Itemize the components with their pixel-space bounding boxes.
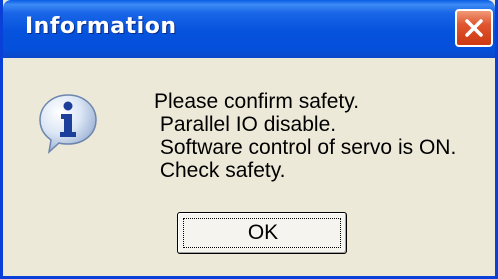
message-text: Please confirm safety. Parallel IO disab…	[154, 90, 456, 182]
title-bar[interactable]: Information	[3, 0, 495, 58]
close-icon	[465, 19, 483, 37]
message-line: Please confirm safety.	[154, 90, 360, 113]
information-dialog: Information Please confirm safety. Paral…	[0, 0, 498, 279]
message-line: Check safety.	[154, 159, 286, 182]
ok-button-label: OK	[247, 221, 279, 244]
dialog-title: Information	[25, 14, 177, 39]
ok-button[interactable]: OK	[177, 212, 347, 254]
info-icon	[39, 94, 97, 154]
message-line: Software control of servo is ON.	[154, 136, 457, 159]
close-button[interactable]	[455, 9, 493, 47]
message-line: Parallel IO disable.	[154, 113, 337, 136]
